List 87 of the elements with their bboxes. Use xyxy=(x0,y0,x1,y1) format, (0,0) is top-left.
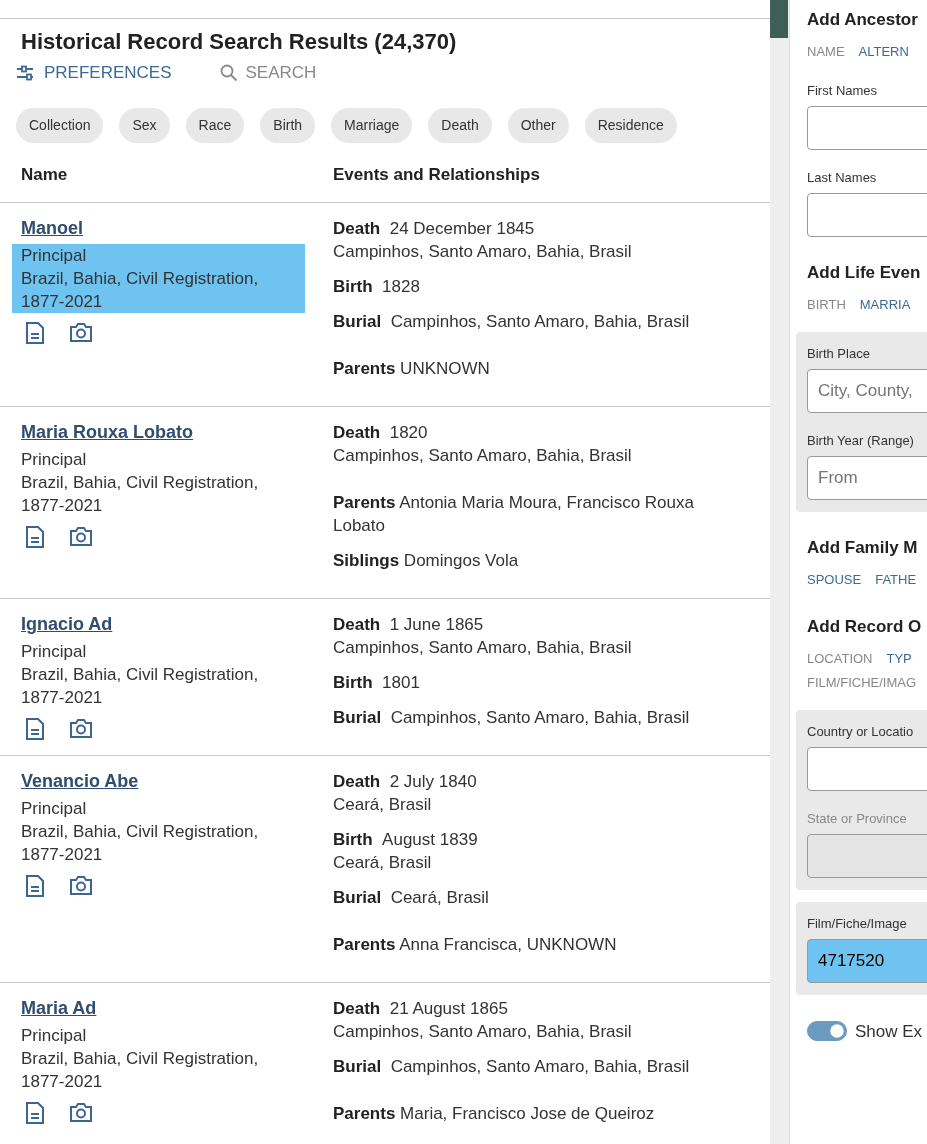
document-icon[interactable] xyxy=(25,1101,45,1126)
relationship-text: Parents Anna Francisca, UNKNOWN xyxy=(333,935,617,955)
collection-name: Brazil, Bahia, Civil Registration, 1877-2021 xyxy=(21,472,260,518)
event-text: Death 1820 xyxy=(333,423,428,443)
page-title: Historical Record Search Results (24,370) xyxy=(21,29,458,56)
event-place: Campinhos, Santo Amaro, Bahia, Brasil xyxy=(333,637,633,660)
input-field[interactable] xyxy=(807,193,927,237)
collection-name: Brazil, Bahia, Civil Registration, 1877-2021 xyxy=(21,664,260,710)
field-label: Birth Year (Range) xyxy=(807,432,915,450)
field-label: Last Names xyxy=(807,169,878,187)
record-name-link[interactable]: Manoel xyxy=(21,217,83,241)
event-text: Burial Campinhos, Santo Amaro, Bahia, Brasil xyxy=(333,1057,690,1077)
section-title: Add Record O xyxy=(807,616,923,638)
record-name-link[interactable]: Venancio Abe xyxy=(21,770,139,794)
collection-name: Brazil, Bahia, Civil Registration, 1877-2021 xyxy=(21,821,260,867)
document-icon[interactable] xyxy=(25,874,45,899)
event-place: Campinhos, Santo Amaro, Bahia, Brasil xyxy=(333,1021,633,1044)
field-label: Film/Fiche/Image xyxy=(807,915,908,933)
event-place: Campinhos, Santo Amaro, Bahia, Brasil xyxy=(333,241,633,264)
document-icon[interactable] xyxy=(25,717,45,742)
filter-chip[interactable]: Other xyxy=(507,108,569,144)
record-name-link[interactable]: Maria Ad xyxy=(21,997,97,1021)
event-place: Ceará, Brasil xyxy=(333,794,433,817)
event-place: Campinhos, Santo Amaro, Bahia, Brasil xyxy=(333,445,633,468)
record-role: Principal xyxy=(21,245,88,268)
input-field[interactable]: 4717520 xyxy=(807,939,927,983)
section-tab[interactable]: NAME xyxy=(807,44,845,59)
field-label: First Names xyxy=(807,82,879,100)
section-tab[interactable]: FATHE xyxy=(875,572,917,587)
event-place: Ceará, Brasil xyxy=(333,852,433,875)
event-text: Burial Ceará, Brasil xyxy=(333,888,489,908)
column-header: Events and Relationships xyxy=(333,165,540,185)
record-role: Principal xyxy=(21,641,88,664)
event-text: Birth 1801 xyxy=(333,673,420,693)
event-text: Burial Campinhos, Santo Amaro, Bahia, Brasil xyxy=(333,312,690,332)
section-tab[interactable]: BIRTH xyxy=(807,297,846,312)
record-role: Principal xyxy=(21,798,88,821)
input-field[interactable] xyxy=(807,747,927,791)
document-icon[interactable] xyxy=(25,321,45,346)
field-label: State or Province xyxy=(807,810,908,828)
preferences-button[interactable]: PREFERENCES xyxy=(16,61,172,85)
filter-chip[interactable]: Death xyxy=(428,108,492,144)
relationship-text: Siblings Domingos Vola xyxy=(333,551,519,571)
input-field[interactable]: From xyxy=(807,456,927,500)
section-tab[interactable]: MARRIA xyxy=(859,297,911,312)
filter-chip[interactable]: Marriage xyxy=(331,108,413,144)
event-text: Birth 1828 xyxy=(333,277,420,297)
event-text: Burial Campinhos, Santo Amaro, Bahia, Brasil xyxy=(333,708,690,728)
section-tab[interactable]: FILM/FICHE/IMAG xyxy=(807,675,917,690)
filter-chip[interactable]: Race xyxy=(185,108,245,144)
filter-chip[interactable]: Sex xyxy=(119,108,170,144)
filter-chip[interactable]: Collection xyxy=(16,108,104,144)
column-header: Name xyxy=(21,165,68,185)
toggle-switch[interactable] xyxy=(807,1021,847,1041)
section-tab[interactable]: LOCATION xyxy=(807,651,873,666)
input-field[interactable] xyxy=(807,106,927,150)
sliders-icon xyxy=(16,64,36,81)
section-title: Add Family M xyxy=(807,537,919,559)
search-icon xyxy=(219,63,238,82)
section-title: Add Ancestor xyxy=(807,9,919,31)
section-title: Add Life Even xyxy=(807,262,922,284)
event-text: Birth August 1839 xyxy=(333,830,478,850)
field-label: Birth Place xyxy=(807,345,871,363)
record-role: Principal xyxy=(21,449,88,472)
collection-name: Brazil, Bahia, Civil Registration, 1877-2021 xyxy=(21,268,260,314)
record-name-link[interactable]: Maria Rouxa Lobato xyxy=(21,421,194,445)
relationship-text: Parents Antonia Maria Moura, Francisco Rouxa Lobato xyxy=(333,493,694,536)
relationship-text: Parents Maria, Francisco Jose de Queiroz xyxy=(333,1104,655,1124)
section-tab[interactable]: TYP xyxy=(886,651,912,666)
event-text: Death 21 August 1865 xyxy=(333,999,508,1019)
section-tab[interactable]: ALTERN xyxy=(858,44,909,59)
section-tab[interactable]: SPOUSE xyxy=(807,572,862,587)
record-name-link[interactable]: Ignacio Ad xyxy=(21,613,113,637)
event-text: Death 1 June 1865 xyxy=(333,615,484,635)
panel-edge xyxy=(770,0,788,38)
toggle-label: Show Ex xyxy=(855,1020,923,1043)
event-text: Death 2 July 1840 xyxy=(333,772,477,792)
input-field[interactable]: City, County, xyxy=(807,369,927,413)
record-role: Principal xyxy=(21,1025,88,1048)
field-label: Country or Locatio xyxy=(807,723,915,741)
search-button[interactable]: SEARCH xyxy=(219,61,317,85)
filter-chip[interactable]: Birth xyxy=(260,108,316,144)
event-text: Death 24 December 1845 xyxy=(333,219,535,239)
document-icon[interactable] xyxy=(25,525,45,550)
collection-name: Brazil, Bahia, Civil Registration, 1877-2021 xyxy=(21,1048,260,1094)
filter-chip[interactable]: Residence xyxy=(584,108,677,144)
relationship-text: Parents UNKNOWN xyxy=(333,359,490,379)
